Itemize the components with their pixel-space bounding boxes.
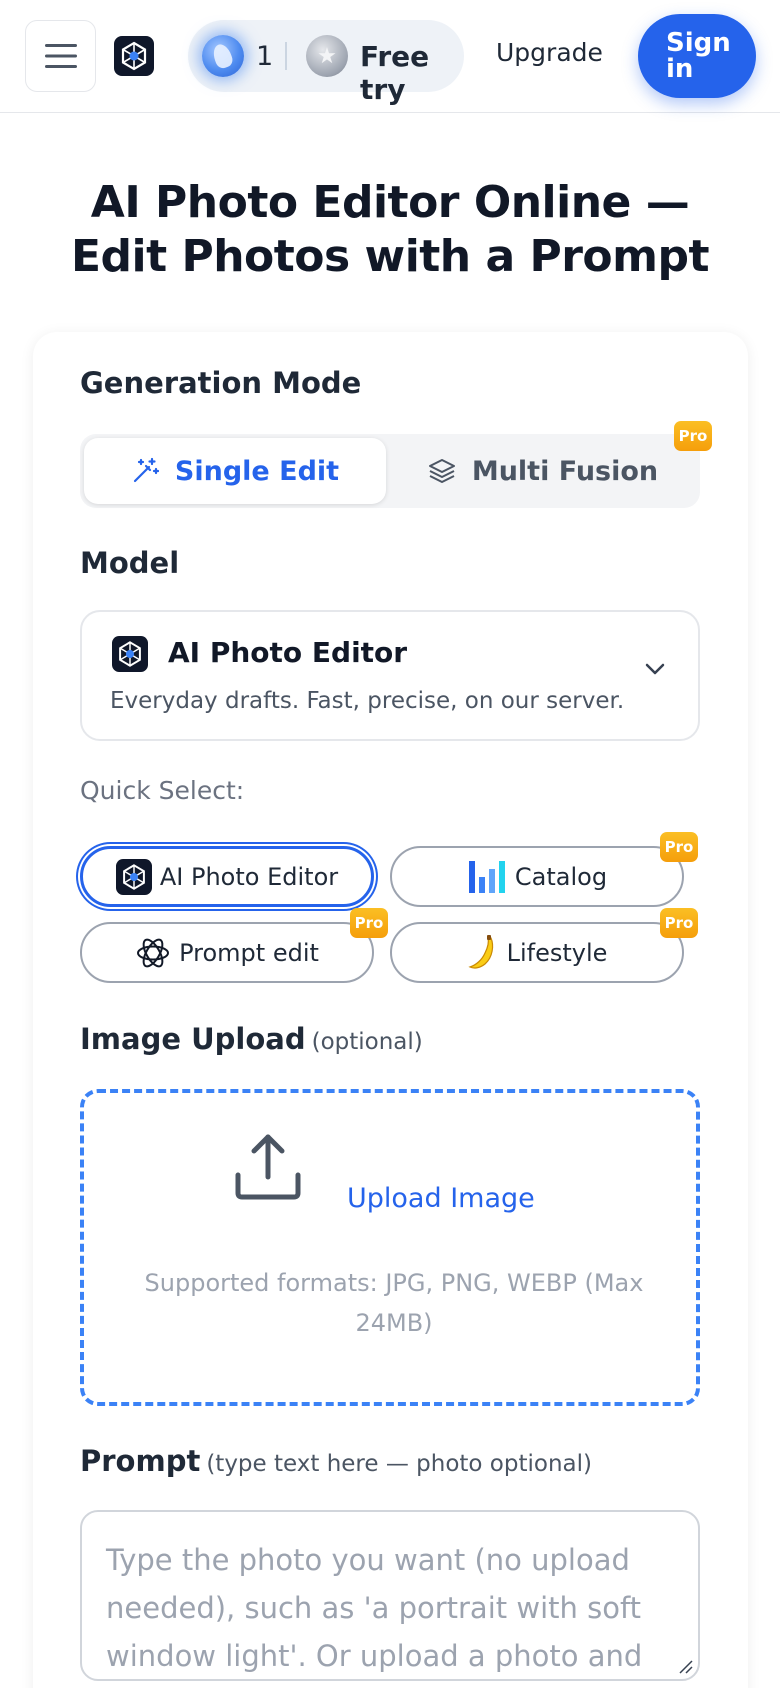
image-upload-label: Image Upload (optional): [80, 1022, 423, 1056]
pro-badge: Pro: [350, 908, 388, 938]
prompt-hint: (type text here — photo optional): [206, 1451, 592, 1477]
menu-icon: [44, 44, 77, 68]
quick-select-label-text: Prompt edit: [179, 938, 319, 967]
hamburger-menu-button[interactable]: [25, 20, 96, 92]
sign-in-button[interactable]: Sign in: [638, 14, 756, 98]
app-logo-icon: [112, 636, 148, 672]
credit-count: 1: [256, 41, 274, 72]
layers-icon: [428, 459, 455, 483]
prompt-label: Prompt (type text here — photo optional): [80, 1444, 592, 1478]
free-try-label: Free try: [360, 40, 430, 106]
app-logo-icon: [115, 858, 152, 895]
model-description: Everyday drafts. Fast, precise, on our s…: [110, 688, 625, 714]
editor-card: [33, 332, 748, 1688]
model-label: Model: [80, 546, 180, 580]
mode-single-edit-label: Single Edit: [174, 455, 340, 487]
prompt-placeholder: Type the photo you want (no upload neede…: [106, 1543, 643, 1673]
bar-chart-icon: [468, 860, 505, 893]
prompt-textarea[interactable]: Type the photo you want (no upload neede…: [80, 1510, 700, 1681]
quick-select-ai-photo-editor[interactable]: AI Photo Editor: [80, 846, 374, 907]
resize-handle-icon[interactable]: [678, 1659, 694, 1675]
model-select-dropdown[interactable]: AI Photo Editor Everyday drafts. Fast, p…: [80, 610, 700, 741]
credits-pill[interactable]: 1 ★ Free try: [188, 20, 464, 106]
pro-badge: Pro: [674, 421, 712, 451]
chevron-down-icon: [645, 663, 665, 675]
quick-select-label-text: Catalog: [514, 862, 608, 891]
quick-select-prompt-edit[interactable]: Prompt edit: [80, 922, 374, 983]
page-title: AI Photo Editor Online — Edit Photos wit…: [70, 177, 710, 282]
generation-mode-toggle: Single Edit Multi Fusion: [80, 434, 700, 508]
generation-mode-label: Generation Mode: [80, 366, 362, 400]
upload-image-link[interactable]: Upload Image: [347, 1183, 535, 1214]
quick-select-catalog[interactable]: Catalog: [390, 846, 684, 907]
top-header: 1 ★ Free try Upgrade Sign in: [0, 0, 780, 113]
mode-single-edit-button[interactable]: Single Edit: [84, 438, 386, 504]
supported-formats-text: Supported formats: JPG, PNG, WEBP (Max 2…: [144, 1269, 644, 1337]
upload-icon: [235, 1134, 301, 1200]
image-upload-optional: (optional): [311, 1029, 423, 1055]
mode-multi-fusion-label: Multi Fusion: [471, 455, 659, 487]
image-upload-title: Image Upload: [80, 1022, 306, 1056]
model-name: AI Photo Editor: [168, 636, 408, 669]
upgrade-link[interactable]: Upgrade: [496, 38, 603, 67]
star-coin-icon: ★: [306, 35, 348, 77]
pro-badge: Pro: [660, 908, 698, 938]
magic-wand-icon: [133, 457, 159, 483]
quick-select-lifestyle[interactable]: Lifestyle: [390, 922, 684, 983]
quick-select-label-text: AI Photo Editor: [159, 862, 339, 891]
prompt-title: Prompt: [80, 1444, 201, 1478]
pro-badge: Pro: [660, 832, 698, 862]
image-upload-dropzone[interactable]: Upload Image Supported formats: JPG, PNG…: [80, 1089, 700, 1406]
pill-divider: [285, 42, 287, 70]
banana-icon: [468, 934, 493, 969]
mode-multi-fusion-button[interactable]: Multi Fusion: [390, 438, 696, 504]
quick-select-label-text: Lifestyle: [506, 938, 608, 967]
openai-knot-icon: [137, 938, 170, 967]
app-logo-icon[interactable]: [114, 36, 154, 76]
quick-select-label: Quick Select:: [80, 776, 245, 805]
gem-credit-icon: [202, 35, 244, 77]
